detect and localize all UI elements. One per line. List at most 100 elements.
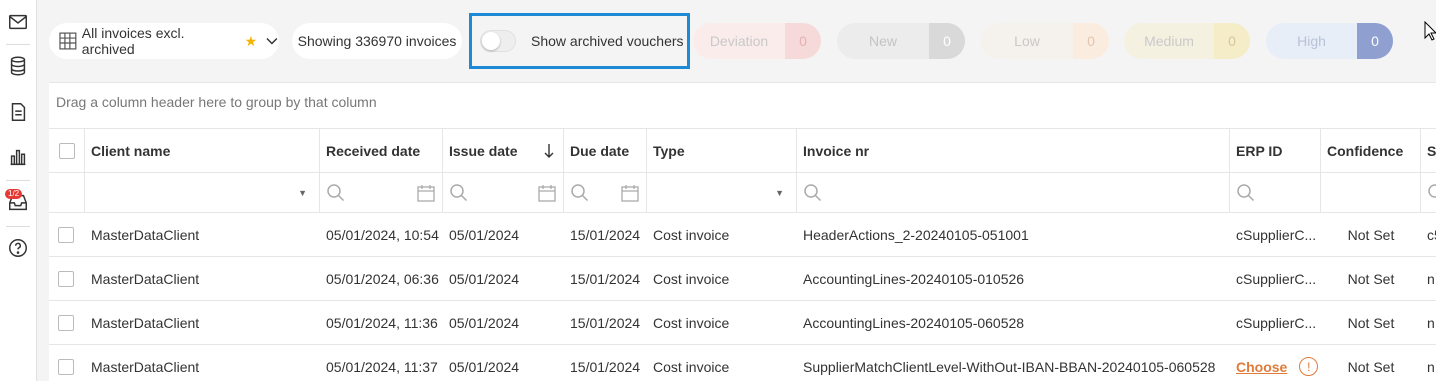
cell-invoice: HeaderActions_2-20240105-051001 — [803, 226, 1029, 243]
column-header-erp[interactable]: ERP ID — [1230, 129, 1321, 172]
dropdown-arrow-icon[interactable]: ▼ — [298, 188, 307, 198]
filter-invoice[interactable] — [797, 173, 1230, 212]
search-icon — [1428, 183, 1436, 198]
status-count: 0 — [929, 23, 965, 59]
search-icon — [1237, 183, 1255, 201]
calendar-icon[interactable] — [416, 183, 436, 203]
cell-due: 15/01/2024 — [570, 270, 641, 287]
status-label: Low — [1014, 33, 1040, 49]
view-select-label: All invoices excl. archived — [81, 25, 185, 57]
filter-confidence — [1321, 173, 1421, 212]
filter-issue[interactable] — [443, 173, 564, 212]
select-all-cell — [49, 129, 85, 172]
dropdown-arrow-icon[interactable]: ▼ — [775, 188, 784, 198]
cell-issue: 05/01/2024 — [449, 270, 520, 287]
choose-erp-link[interactable]: Choose — [1236, 359, 1287, 375]
view-select[interactable]: All invoices excl. archived ★ — [49, 23, 279, 59]
calendar-icon[interactable] — [620, 183, 640, 203]
cell-invoice: AccountingLines-20240105-060528 — [803, 314, 1025, 331]
column-header-received[interactable]: Received date — [320, 129, 443, 172]
archive-toggle-label: Show archived vouchers — [531, 33, 684, 49]
filter-received[interactable] — [320, 173, 443, 212]
table-row[interactable]: MasterDataClient 05/01/2024, 11:37 05/01… — [49, 345, 1436, 381]
cell-extra: n — [1427, 270, 1435, 287]
row-select-cell — [49, 345, 85, 381]
mouse-cursor-icon — [1424, 21, 1436, 41]
help-icon[interactable] — [5, 235, 31, 261]
status-deviation[interactable]: Deviation 0 — [693, 23, 821, 59]
status-label: Medium — [1144, 33, 1194, 49]
status-high[interactable]: High 0 — [1266, 23, 1393, 59]
row-checkbox[interactable] — [58, 358, 74, 375]
row-checkbox[interactable] — [58, 314, 74, 331]
cell-invoice: SupplierMatchClientLevel-WithOut-IBAN-BB… — [803, 358, 1216, 375]
status-label: High — [1297, 33, 1326, 49]
cell-erp: cSupplierC... — [1236, 226, 1317, 243]
sidebar-divider — [6, 180, 30, 181]
filter-due[interactable] — [564, 173, 647, 212]
cell-type: Cost invoice — [653, 358, 730, 375]
row-select-cell — [49, 301, 85, 344]
column-header-extra[interactable]: Su — [1421, 129, 1436, 172]
sidebar: 1/2 — [0, 0, 37, 381]
status-new[interactable]: New 0 — [837, 23, 965, 59]
database-icon[interactable] — [5, 53, 31, 79]
filter-type[interactable]: ▼ — [647, 173, 797, 212]
cell-received: 05/01/2024, 11:36 — [326, 314, 438, 331]
sort-descending-icon[interactable] — [543, 143, 555, 159]
cell-erp: Choose ! — [1230, 345, 1321, 381]
cell-due: 15/01/2024 — [570, 314, 641, 331]
mail-icon[interactable] — [5, 9, 31, 35]
row-checkbox[interactable] — [58, 270, 74, 287]
favorite-star-icon[interactable]: ★ — [245, 33, 258, 50]
column-header-invoice[interactable]: Invoice nr — [797, 129, 1230, 172]
table-row[interactable]: MasterDataClient 05/01/2024, 06:36 05/01… — [49, 257, 1436, 301]
filter-erp[interactable] — [1230, 173, 1321, 212]
column-header-confidence[interactable]: Confidence — [1321, 129, 1421, 172]
cell-client: MasterDataClient — [91, 270, 200, 287]
status-low[interactable]: Low 0 — [981, 23, 1109, 59]
calendar-icon[interactable] — [537, 183, 557, 203]
status-count: 0 — [785, 23, 821, 59]
cell-type: Cost invoice — [653, 270, 730, 287]
cell-extra: c5 — [1427, 226, 1436, 243]
archive-toggle-group[interactable]: Show archived vouchers — [469, 13, 690, 69]
document-cart-icon[interactable] — [5, 99, 31, 125]
group-by-hint[interactable]: Drag a column header here to group by th… — [49, 83, 1436, 129]
sidebar-divider — [6, 226, 30, 227]
status-label: Deviation — [709, 33, 769, 49]
cell-extra: n — [1427, 314, 1435, 331]
notification-badge: 1/2 — [5, 189, 23, 199]
row-checkbox[interactable] — [58, 226, 74, 243]
column-header-due[interactable]: Due date — [564, 129, 647, 172]
table-row[interactable]: MasterDataClient 05/01/2024, 11:36 05/01… — [49, 301, 1436, 345]
cell-received: 05/01/2024, 11:37 — [326, 358, 438, 375]
select-all-checkbox[interactable] — [58, 142, 75, 159]
header-row: Client name Received date Issue date Due… — [49, 129, 1436, 173]
invoice-grid: Drag a column header here to group by th… — [49, 82, 1436, 381]
status-label: New — [868, 33, 897, 49]
cell-received: 05/01/2024, 10:54 — [326, 226, 439, 243]
status-medium[interactable]: Medium 0 — [1124, 23, 1250, 59]
warning-icon: ! — [1299, 357, 1319, 376]
bar-chart-icon[interactable] — [5, 144, 31, 170]
cell-erp: cSupplierC... — [1236, 314, 1317, 331]
filter-client[interactable]: ▼ — [85, 173, 320, 212]
column-header-type[interactable]: Type — [647, 129, 797, 172]
toolbar: All invoices excl. archived ★ Showing 33… — [37, 0, 1436, 82]
cell-client: MasterDataClient — [91, 358, 200, 375]
cell-type: Cost invoice — [653, 314, 730, 331]
row-select-cell — [49, 257, 85, 300]
table-row[interactable]: MasterDataClient 05/01/2024, 10:54 05/01… — [49, 213, 1436, 257]
filter-extra[interactable] — [1421, 173, 1436, 212]
filter-cell-empty — [49, 173, 85, 212]
invoice-count: Showing 336970 invoices — [292, 23, 462, 59]
column-header-client[interactable]: Client name — [85, 129, 320, 172]
cell-client: MasterDataClient — [91, 314, 200, 331]
cell-client: MasterDataClient — [91, 226, 200, 243]
status-count: 0 — [1357, 23, 1393, 59]
chevron-down-icon — [266, 38, 278, 45]
column-header-issue[interactable]: Issue date — [443, 129, 564, 172]
search-icon — [450, 183, 468, 201]
archive-toggle[interactable] — [480, 30, 516, 52]
